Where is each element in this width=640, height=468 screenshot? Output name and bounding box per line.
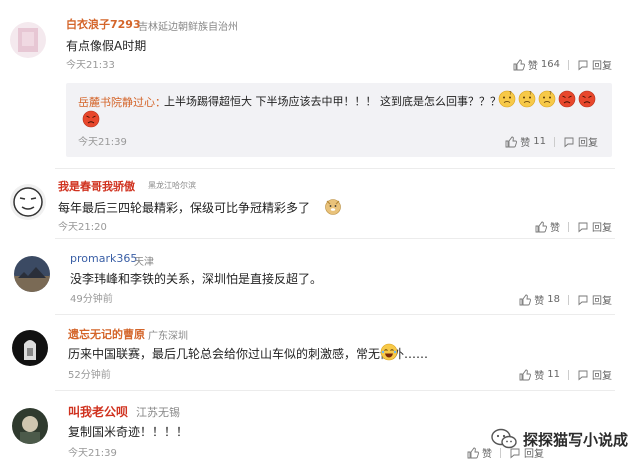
comment-actions: 赞 11 回复 <box>519 367 612 382</box>
thumbs-up-icon <box>519 294 532 305</box>
username[interactable]: 我是春哥我骄傲 <box>58 178 135 194</box>
thumbs-up-icon <box>505 136 518 147</box>
like-label: 赞 <box>520 138 531 149</box>
svg-text:?: ? <box>549 91 552 97</box>
emoji-row: ? ? ? <box>498 90 596 108</box>
like-button[interactable]: 赞 18 <box>519 292 560 307</box>
reply-label: 回复 <box>592 371 612 382</box>
comment-text: 复制国米奇迹！！！！ <box>68 425 189 439</box>
location: 黑龙江哈尔滨 <box>148 181 196 190</box>
location: 吉林延边朝鲜族自治州 <box>138 22 238 33</box>
reply-button[interactable]: 回复 <box>577 57 612 72</box>
confused-emoji-icon: ? <box>538 90 556 108</box>
reply-icon <box>578 370 588 380</box>
reply-actions: 赞 11 回复 <box>505 134 598 149</box>
location: 天津 <box>134 257 154 268</box>
wechat-icon <box>491 428 517 449</box>
confused-emoji-icon: ? <box>518 90 536 108</box>
comment-actions: 赞 18 回复 <box>519 292 612 307</box>
like-button[interactable]: 赞 11 <box>519 367 560 382</box>
thumbs-up-icon <box>467 447 479 458</box>
like-count: 18 <box>547 294 560 305</box>
username[interactable]: 遗忘无记的曹原 <box>68 326 145 342</box>
svg-text:?: ? <box>509 91 512 97</box>
username[interactable]: promark365 <box>70 252 137 265</box>
thumbs-up-icon <box>535 221 547 232</box>
comment-4: 遗忘无记的曹原 广东深圳 历来中国联赛，最后几轮总会给你过山车似的刺激感，常无例… <box>0 318 640 390</box>
reply-button[interactable]: 回复 <box>577 292 612 307</box>
comment-2: 我是春哥我骄傲 黑龙江哈尔滨 每年最后三四轮最精彩，保级可比争冠精彩多了 今天2… <box>0 170 640 238</box>
avatar[interactable] <box>14 256 50 292</box>
comment-actions: 赞 164 回复 <box>513 57 612 72</box>
like-label: 赞 <box>550 223 560 234</box>
svg-text:?: ? <box>529 91 532 97</box>
reply-timestamp: 今天21:39 <box>78 137 127 148</box>
avatar[interactable] <box>10 184 46 220</box>
username[interactable]: 白衣浪子7293 <box>66 16 141 32</box>
divider <box>568 221 569 232</box>
like-label: 赞 <box>534 296 545 307</box>
watermark-text: 探探猫写小说成 <box>522 430 628 449</box>
timestamp: 今天21:33 <box>66 60 115 71</box>
like-button[interactable]: 赞 164 <box>513 57 560 72</box>
nested-reply: 岳麓书院静过心： 上半场踢得超恒大 下半场应该去中甲！！！ 这到底是怎么回事？？… <box>66 83 612 157</box>
laughing-emoji-icon <box>380 343 398 361</box>
divider <box>554 136 555 147</box>
like-button[interactable]: 赞 <box>535 219 560 234</box>
thumbs-up-icon <box>519 369 532 380</box>
comment-divider <box>55 314 615 315</box>
like-count: 164 <box>540 59 560 70</box>
doge-emoji-icon <box>325 199 341 215</box>
reply-button[interactable]: 回复 <box>577 367 612 382</box>
like-button[interactable]: 赞 11 <box>505 134 546 149</box>
reply-label: 回复 <box>592 61 612 72</box>
comment-1: 白衣浪子7293 吉林延边朝鲜族自治州 有点像假A时期 今天21:33 赞 16… <box>0 0 640 168</box>
comment-divider <box>55 168 615 169</box>
reply-icon <box>564 137 574 147</box>
reply-icon <box>578 295 588 305</box>
thumbs-up-icon <box>513 59 525 70</box>
avatar[interactable] <box>12 330 48 366</box>
location: 广东深圳 <box>148 331 188 342</box>
timestamp: 今天21:39 <box>68 448 117 459</box>
angry-emoji-icon <box>558 90 576 108</box>
angry-emoji-icon <box>578 90 596 108</box>
like-label: 赞 <box>534 371 545 382</box>
wechat-watermark: 探探猫写小说成 <box>491 428 628 450</box>
reply-text: 上半场踢得超恒大 下半场应该去中甲！！！ 这到底是怎么回事？？？ <box>164 95 501 108</box>
divider <box>568 59 569 70</box>
like-count: 11 <box>547 369 560 380</box>
divider <box>568 294 569 305</box>
comment-text: 没李玮峰和李铁的关系，深圳怕是直接反超了。 <box>70 272 323 286</box>
username[interactable]: 叫我老公呗 <box>68 403 128 420</box>
comment-actions: 赞 回复 <box>535 219 612 234</box>
angry-emoji-icon <box>82 110 100 128</box>
timestamp: 今天21:20 <box>58 222 107 233</box>
like-button[interactable]: 赞 <box>467 445 492 460</box>
like-count: 11 <box>533 136 546 147</box>
confused-emoji-icon: ? <box>498 90 516 108</box>
comment-text: 每年最后三四轮最精彩，保级可比争冠精彩多了 <box>58 201 311 215</box>
reply-label: 回复 <box>578 138 598 149</box>
avatar[interactable] <box>12 408 48 444</box>
reply-label: 回复 <box>592 296 612 307</box>
reply-label: 回复 <box>592 223 612 234</box>
comment-3: promark365 天津 没李玮峰和李铁的关系，深圳怕是直接反超了。 49分钟… <box>0 242 640 314</box>
comment-divider <box>55 238 615 239</box>
reply-icon <box>578 60 588 70</box>
avatar[interactable] <box>10 22 46 58</box>
comment-text: 有点像假A时期 <box>66 39 147 53</box>
like-label: 赞 <box>527 61 538 72</box>
divider <box>568 369 569 380</box>
timestamp: 52分钟前 <box>68 370 111 381</box>
timestamp: 49分钟前 <box>70 294 113 305</box>
reply-icon <box>578 222 588 232</box>
location: 江苏无锡 <box>136 406 180 419</box>
comment-divider <box>55 390 615 391</box>
reply-button[interactable]: 回复 <box>563 134 598 149</box>
reply-username[interactable]: 岳麓书院静过心： <box>78 94 166 110</box>
reply-button[interactable]: 回复 <box>577 219 612 234</box>
comment-text: 历来中国联赛，最后几轮总会给你过山车似的刺激感，常无例外…… <box>68 347 429 361</box>
